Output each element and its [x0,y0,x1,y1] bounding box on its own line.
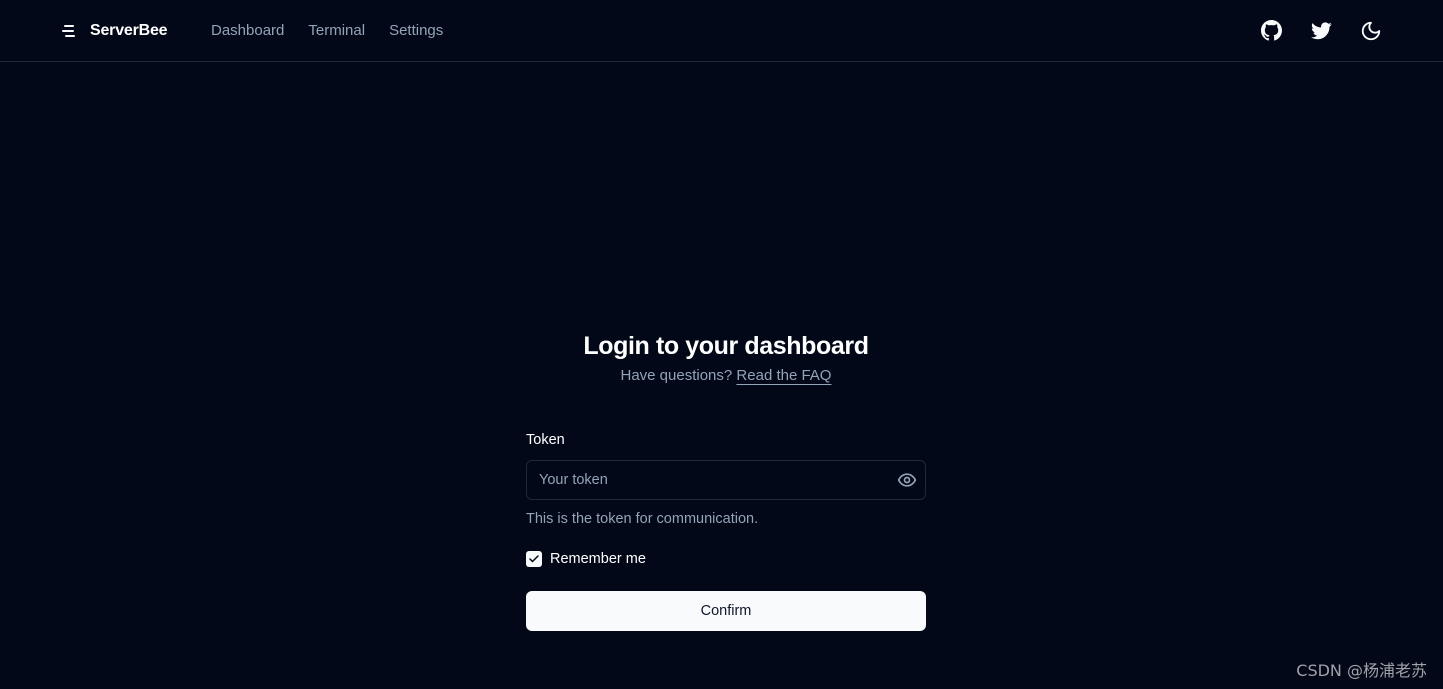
watermark: CSDN @杨浦老苏 [1296,661,1427,680]
brand[interactable]: ServerBee [62,0,168,61]
token-label: Token [526,432,565,448]
nav-dashboard[interactable]: Dashboard [211,22,284,39]
confirm-button[interactable]: Confirm [526,591,926,631]
menu-icon[interactable] [62,24,78,38]
remember-me-checkbox[interactable] [526,551,542,567]
token-field [526,460,926,500]
moon-icon [1361,21,1381,40]
theme-toggle-button[interactable] [1359,19,1383,43]
remember-me-label[interactable]: Remember me [550,551,646,567]
login-form: Login to your dashboard Have questions? … [526,330,926,631]
subtitle-text: Have questions? [620,367,733,384]
faq-link[interactable]: Read the FAQ [736,367,831,384]
check-icon [529,555,539,563]
twitter-button[interactable] [1309,19,1333,43]
show-token-button[interactable] [897,470,917,490]
nav-terminal[interactable]: Terminal [308,22,365,39]
nav-settings[interactable]: Settings [389,22,443,39]
twitter-icon [1310,21,1332,39]
eye-icon [897,473,917,487]
subtitle: Have questions? Read the FAQ [526,366,926,386]
token-helper-text: This is the token for communication. [526,511,759,527]
remember-me-row: Remember me [526,551,926,567]
main-nav: Dashboard Terminal Settings [211,0,443,61]
top-navbar: ServerBee Dashboard Terminal Settings [0,0,1443,62]
github-button[interactable] [1259,19,1283,43]
token-input[interactable] [527,461,925,499]
brand-name: ServerBee [90,21,168,39]
github-icon [1260,20,1282,41]
page-title: Login to your dashboard [583,332,869,360]
header-actions [1259,0,1383,61]
